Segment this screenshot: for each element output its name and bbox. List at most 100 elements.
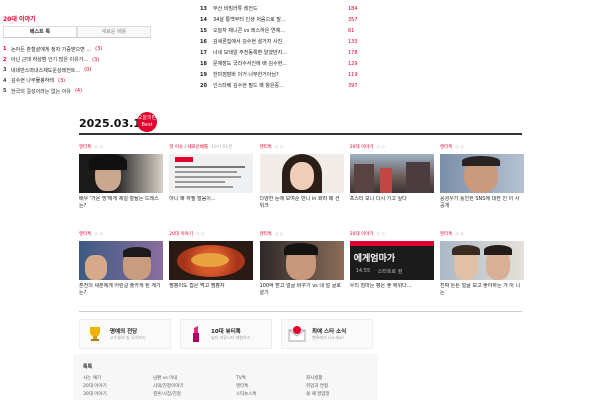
list-item[interactable]: 14 34살 통백부터 인생 처음으로 말... 357 — [200, 14, 380, 25]
rank-item[interactable]: 5 한국의 걸성이라는 없는 이유 (4) — [3, 86, 163, 97]
list-item[interactable]: 18 문재장도 국리수서인에 배 김수현... 129 — [200, 58, 380, 69]
promo-star-news[interactable]: 최애 스타 소식 팬톡에서 나누세요! — [281, 319, 373, 349]
card-caption[interactable]: 응성우가 틀인한 SNS에 대한 인 이 사 공개 — [440, 196, 524, 210]
card-caption[interactable]: 우리 엄마는 평은 좋 애위다... — [350, 283, 434, 297]
card-thumbnail[interactable] — [259, 154, 344, 193]
post-card[interactable]: 20대 이야기 ◇ ◇ 프스티 보니 다시 기고 싶다 — [349, 144, 434, 210]
card-caption[interactable]: 배우 '가온 방'에게 제일 잘될는 드레스는? — [79, 196, 163, 210]
footer-link[interactable]: 결혼/시집/친정 — [153, 391, 184, 399]
rank-title[interactable]: 논아든 촌철살에게 정자 기증받으면 ... — [11, 46, 91, 53]
item-title[interactable]: 오늘자 제니콘 vs 레스하은 연예... — [213, 27, 285, 34]
card-thumbnail[interactable] — [169, 241, 254, 280]
tab-best-talk[interactable]: 베스트 톡 — [3, 26, 77, 37]
rank-item[interactable]: 1 논아든 촌철살에게 정자 기증받으면 ... (3) — [3, 44, 163, 55]
card-caption[interactable]: 프스티 보니 다시 기고 싶다 — [350, 196, 434, 210]
item-title[interactable]: 부산 비빔라튜 레전드 — [213, 5, 258, 12]
card-caption[interactable]: 짬뽕이도 뭠은 먹고 짬뽕자 — [169, 283, 253, 297]
card-caption[interactable]: 다양한 눈에 보여준 만니 in 화려 패 션위크 — [260, 196, 344, 210]
rank-item[interactable]: 3 네네만스따내스제도운상레전트... (0) — [3, 65, 163, 76]
card-thumbnail[interactable] — [440, 154, 524, 193]
post-card[interactable]: 엔터톡 ◇ ◇ 진짜 튼튼 얼굴 보고 좋아하는 거 아 니는 — [440, 231, 524, 297]
item-title[interactable]: 34살 통백부터 인생 처음으로 말... — [213, 16, 286, 23]
card-category: 엔터톡 ◇ ◇ — [79, 232, 103, 237]
list-item[interactable]: 15 오늘자 제니콘 vs 레스하은 연예... 61 — [200, 25, 380, 36]
card-caption[interactable]: 100억 받고 얼굴 바꾸기 vs 네 얼 굴로 살기 — [260, 283, 344, 297]
item-number: 15 — [200, 27, 207, 34]
rank-item[interactable]: 4 김수현 나무뮬봉하테 (3) — [3, 76, 163, 87]
item-title[interactable]: 김새론집에서 김수현 설거지 사진 — [213, 38, 282, 45]
promo-subtitle: 뷰티 커뮤니티 체험하기 — [211, 335, 251, 340]
card-caption[interactable]: 진짜 튼튼 얼굴 보고 좋아하는 거 아 니는 — [440, 283, 524, 297]
item-title[interactable]: 한미점말바 이거 너무한거아님? — [213, 71, 279, 78]
rank-number: 5 — [3, 88, 7, 95]
card-thumbnail[interactable] — [79, 241, 163, 280]
post-card[interactable]: 엔터톡 ◇ ◇ 응성우가 틀인한 SNS에 대한 인 이 사 공개 — [440, 144, 524, 210]
rank-item[interactable]: 2 아닌 근데 하성범 인기 많은 이유가... (3) — [3, 55, 163, 66]
card-category: 핫 이슈 / 새로운배틀 19시 01분 — [169, 145, 233, 150]
card-thumbnail[interactable] — [79, 154, 163, 193]
rank-title[interactable]: 네네만스따내스제도운상레전트... — [11, 67, 80, 74]
item-title[interactable]: 너네 모태알 주전동록환 알겠반지... — [213, 49, 287, 56]
section-title: 20대 이야기 — [3, 16, 36, 23]
promo-beauty-talk[interactable]: 10대 뷰티톡 뷰티 커뮤니티 체험하기 — [180, 319, 272, 349]
footer-link[interactable]: 시댁/친정이야기 — [153, 383, 184, 391]
card-thumbnail[interactable] — [169, 154, 254, 193]
list-item[interactable]: 16 김새론집에서 김수현 설거지 사진 133 — [200, 36, 380, 47]
rank-title[interactable]: 아닌 근데 하성범 인기 많은 이유가... — [11, 56, 88, 63]
rank-title[interactable]: 김수현 나무뮬봉하테 — [11, 77, 54, 84]
trophy-icon — [86, 325, 104, 343]
rank-number: 1 — [3, 46, 7, 53]
footer-link[interactable]: 사는 얘기 — [83, 375, 107, 383]
list-item[interactable]: 17 너네 모태알 주전동록환 알겠반지... 178 — [200, 47, 380, 58]
post-card[interactable]: 20대 이야기 ◇ ◇ 짬뽕이도 뭠은 먹고 짬뽕자 — [169, 231, 254, 297]
footer-link[interactable]: TV톡 — [236, 375, 257, 383]
footer-link[interactable]: 남편 vs 아내 — [153, 375, 184, 383]
post-card[interactable]: 20대 이야기 ◇ ◇ 에게엄마가 14:55 스타트로 컴 우리 엄마는 평은 … — [349, 231, 434, 297]
footer — [73, 354, 378, 400]
list-item[interactable]: 19 한미점말바 이거 너무한거아님? 119 — [200, 69, 380, 80]
footer-link[interactable]: 20대 이야기 — [83, 383, 107, 391]
card-thumbnail[interactable]: 에게엄마가 14:55 스타트로 컴 — [349, 241, 434, 280]
post-card[interactable]: 엔터톡 ◇ ◇ 배우 '가온 방'에게 제일 잘될는 드레스는? — [79, 144, 163, 210]
comment-count: (3) — [58, 77, 66, 84]
view-count: 119 — [348, 71, 358, 78]
today-best-badge: 오늘의판 Best — [137, 112, 157, 132]
item-title[interactable]: 문재장도 국리수서인에 배 김수현... — [213, 60, 287, 67]
footer-link[interactable]: 취업과 면접 — [306, 383, 330, 391]
post-card[interactable]: 엔터톡 ◇ ◇ 100억 받고 얼굴 바꾸기 vs 네 얼 굴로 살기 — [259, 231, 344, 297]
promo-title: 최애 스타 소식 — [312, 329, 347, 335]
card-category: 20대 이야기 ◇ ◇ — [349, 145, 385, 150]
list-item[interactable]: 13 부산 비빔라튜 레전드 184 — [200, 3, 380, 14]
footer-column: TV톡 엔터톡 스타뉴스톡 — [236, 375, 257, 399]
comment-count: (3) — [95, 46, 103, 53]
mail-star-icon — [288, 325, 306, 343]
footer-link[interactable]: 쉴 때 영업정 — [306, 391, 330, 399]
footer-column: 남편 vs 아내 시댁/친정이야기 결혼/시집/친정 — [153, 375, 184, 399]
rank-number: 3 — [3, 67, 7, 74]
promo-hall-of-fame[interactable]: 명예의 전당 고수들의 빛 모아보기 — [79, 319, 171, 349]
item-title[interactable]: 인스타베 김수현 필드 왜 항은중... — [213, 82, 284, 89]
tab-new-battle[interactable]: 새로운 배틀 — [77, 26, 151, 37]
card-thumbnail[interactable] — [259, 241, 344, 280]
card-thumbnail[interactable] — [349, 154, 434, 193]
footer-link[interactable]: 엔터톡 — [236, 383, 257, 391]
card-row: 엔터톡 ◇ ◇ 혼전의 세훈에게 어린걸 출카게 된 계기는? 20대 이야기 ◇ … — [79, 231, 524, 297]
view-count: 357 — [348, 16, 358, 23]
thumb-overlay-text: 에게엄마가 — [353, 254, 396, 264]
comment-count: (0) — [84, 67, 92, 74]
rank-title[interactable]: 한국의 걸성이라는 없는 이유 — [11, 88, 71, 95]
item-number: 20 — [200, 82, 207, 89]
footer-link[interactable]: 회사생활 — [306, 375, 330, 383]
footer-link[interactable]: 30대 이야기 — [83, 391, 107, 399]
list-item[interactable]: 20 인스타베 김수현 필드 왜 항은중... 397 — [200, 80, 380, 91]
card-thumbnail[interactable] — [440, 241, 524, 280]
card-caption[interactable]: 혼전의 세훈에게 어린걸 출카게 된 계기는? — [79, 283, 163, 297]
post-card[interactable]: 엔터톡 ◇ ◇ 혼전의 세훈에게 어린걸 출카게 된 계기는? — [79, 231, 163, 297]
post-card[interactable]: 핫 이슈 / 새로운배틀 19시 01분 아니 왜 하필 말음이... — [169, 144, 254, 210]
promo-subtitle: 팬톡에서 나누세요! — [312, 335, 345, 340]
footer-link[interactable]: 스타뉴스톡 — [236, 391, 257, 399]
promo-title: 명예의 전당 — [110, 329, 138, 335]
card-caption[interactable]: 아니 왜 하필 말음이... — [169, 196, 253, 210]
view-count: 184 — [348, 5, 358, 12]
post-card[interactable]: 엔터톡 ◇ ◇ 다양한 눈에 보여준 만니 in 화려 패 션위크 — [259, 144, 344, 210]
